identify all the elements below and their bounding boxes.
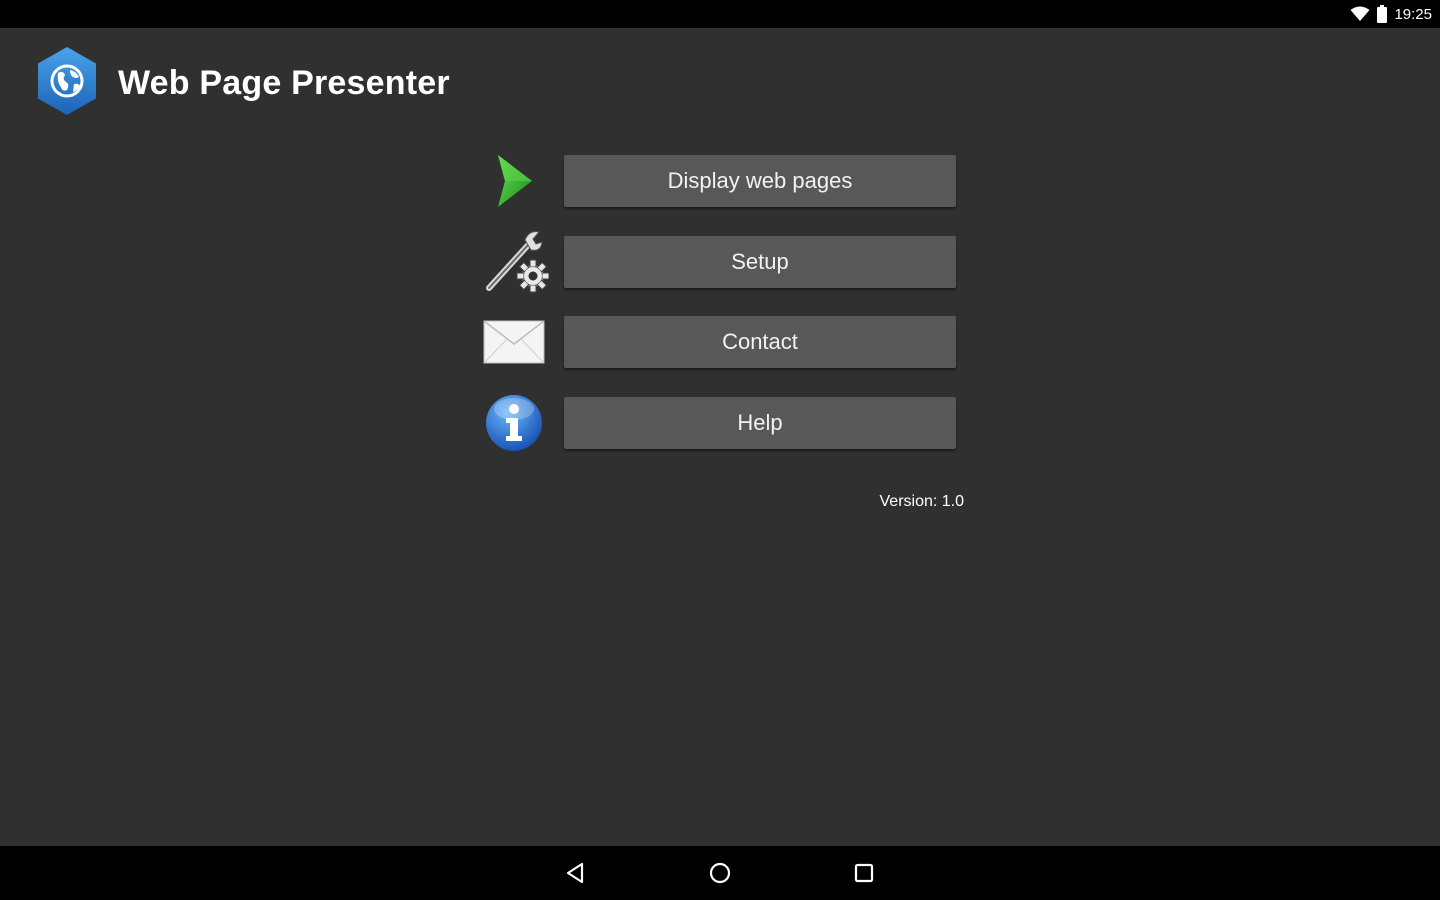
- status-icons: 19:25: [1350, 4, 1432, 24]
- menu-item-help: Help: [478, 395, 968, 451]
- display-web-pages-button[interactable]: Display web pages: [564, 155, 956, 207]
- home-icon[interactable]: [702, 855, 738, 891]
- globe-hexagon-icon: [36, 46, 98, 121]
- help-button[interactable]: Help: [564, 397, 956, 449]
- wifi-icon: [1350, 6, 1370, 22]
- app-header: Web Page Presenter: [36, 46, 450, 120]
- menu-item-contact: Contact: [478, 314, 968, 370]
- contact-button[interactable]: Contact: [564, 316, 956, 368]
- info-icon: [478, 395, 550, 451]
- status-bar: 19:25: [0, 0, 1440, 28]
- setup-button[interactable]: Setup: [564, 236, 956, 288]
- envelope-icon: [478, 314, 550, 370]
- back-icon[interactable]: [558, 855, 594, 891]
- app-title: Web Page Presenter: [118, 63, 450, 102]
- play-icon: [478, 153, 550, 209]
- navigation-bar: [0, 846, 1440, 900]
- status-time: 19:25: [1394, 5, 1432, 23]
- recents-icon[interactable]: [846, 855, 882, 891]
- battery-icon: [1376, 5, 1388, 23]
- menu-item-display: Display web pages: [478, 153, 968, 209]
- app-content: Web Page Presenter Display web pages Set…: [0, 28, 1440, 846]
- wrench-gear-icon: [478, 231, 550, 293]
- menu-item-setup: Setup: [478, 231, 968, 293]
- version-label: Version: 1.0: [879, 493, 965, 510]
